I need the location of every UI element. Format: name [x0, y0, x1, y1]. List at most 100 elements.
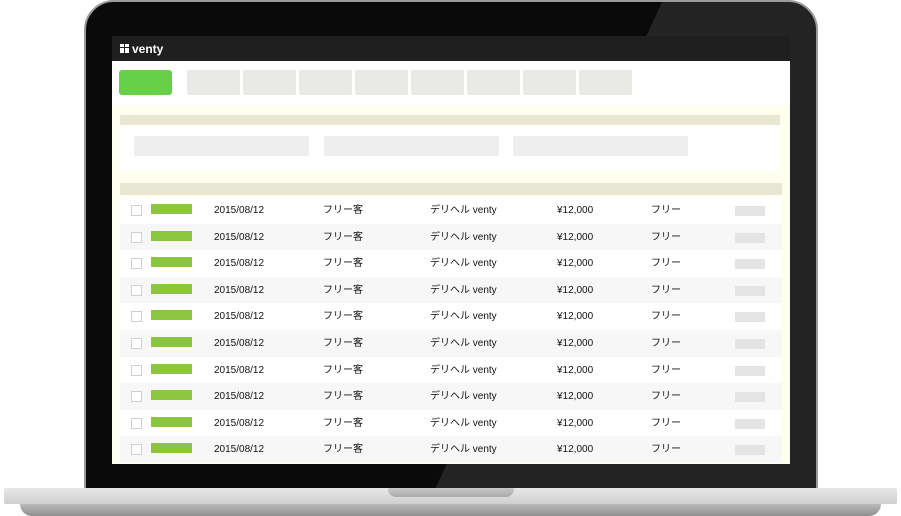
- row-customer: フリー客: [323, 337, 363, 349]
- row-customer: フリー客: [323, 444, 363, 456]
- row-checkbox[interactable]: [131, 364, 142, 376]
- row-price: ¥12,000: [557, 311, 594, 323]
- row-checkbox[interactable]: [131, 444, 142, 456]
- table-row[interactable]: 2015/08/12 フリー客 デリヘル venty ¥12,000 フリー: [120, 329, 782, 357]
- nav-tab-2[interactable]: [243, 70, 296, 95]
- row-type: フリー: [651, 284, 681, 296]
- row-customer: フリー客: [323, 391, 363, 403]
- table-row[interactable]: 2015/08/12 フリー客 デリヘル venty ¥12,000 フリー: [120, 303, 782, 330]
- row-date: 2015/08/12: [214, 311, 265, 323]
- row-date: 2015/08/12: [214, 417, 265, 429]
- filter-panel: [120, 125, 780, 171]
- status-tag: [151, 257, 192, 268]
- table-header: [120, 183, 782, 195]
- row-checkbox[interactable]: [131, 231, 142, 243]
- status-tag: [151, 336, 192, 347]
- row-date: 2015/08/12: [214, 391, 265, 403]
- nav-tab-6[interactable]: [467, 70, 520, 95]
- row-date: 2015/08/12: [214, 337, 265, 349]
- table-row[interactable]: 2015/08/12 フリー客 デリヘル venty ¥12,000 フリー: [120, 276, 782, 304]
- nav-tab-3[interactable]: [299, 70, 352, 95]
- row-action-button[interactable]: [735, 285, 765, 296]
- table-row[interactable]: 2015/08/12 フリー客 デリヘル venty ¥12,000 フリー: [120, 250, 782, 277]
- row-customer: フリー客: [323, 231, 363, 243]
- row-date: 2015/08/12: [214, 231, 265, 243]
- table-row[interactable]: 2015/08/12 フリー客 デリヘル venty ¥12,000 フリー: [120, 383, 782, 410]
- row-action-button[interactable]: [735, 259, 765, 270]
- app-screen: venty 2015/08/12 フリー客 デリヘル venty ¥12,000…: [112, 36, 790, 464]
- row-price: ¥12,000: [557, 258, 594, 270]
- table-row[interactable]: 2015/08/12 フリー客 デリヘル venty ¥12,000 フリー: [120, 356, 782, 384]
- row-type: フリー: [651, 364, 681, 376]
- filter-field-1[interactable]: [134, 136, 309, 156]
- app-name: venty: [132, 41, 164, 56]
- primary-action-button[interactable]: [119, 70, 172, 95]
- row-type: フリー: [651, 417, 681, 429]
- filter-field-2[interactable]: [324, 136, 499, 156]
- row-action-button[interactable]: [735, 206, 765, 216]
- row-checkbox[interactable]: [131, 284, 142, 296]
- filter-panel-header: [120, 115, 780, 125]
- row-action-button[interactable]: [735, 365, 765, 376]
- row-type: フリー: [651, 391, 681, 403]
- nav-tab-8[interactable]: [579, 70, 632, 95]
- row-checkbox[interactable]: [131, 311, 142, 323]
- row-type: フリー: [651, 258, 681, 270]
- row-customer: フリー客: [323, 364, 363, 376]
- status-tag: [151, 310, 192, 321]
- row-shop: デリヘル venty: [430, 444, 497, 456]
- status-tag: [151, 416, 192, 427]
- nav-tab-4[interactable]: [355, 70, 408, 95]
- row-shop: デリヘル venty: [430, 205, 497, 216]
- row-type: フリー: [651, 231, 681, 243]
- table-row[interactable]: 2015/08/12 フリー客 デリヘル venty ¥12,000 フリー: [120, 223, 782, 251]
- nav-tab-5[interactable]: [411, 70, 464, 95]
- status-tag: [151, 443, 192, 454]
- app-logo[interactable]: venty: [120, 42, 163, 56]
- grid-logo-icon: [120, 44, 129, 53]
- row-action-button[interactable]: [735, 232, 765, 243]
- table-body: 2015/08/12 フリー客 デリヘル venty ¥12,000 フリー 2…: [120, 197, 782, 463]
- row-shop: デリヘル venty: [430, 364, 497, 376]
- row-action-button[interactable]: [735, 312, 765, 323]
- status-tag: [151, 204, 192, 214]
- row-shop: デリヘル venty: [430, 337, 497, 349]
- row-checkbox[interactable]: [131, 391, 142, 403]
- row-shop: デリヘル venty: [430, 284, 497, 296]
- row-action-button[interactable]: [735, 418, 765, 429]
- status-tag: [151, 230, 192, 241]
- top-bar: venty: [112, 36, 790, 61]
- row-action-button[interactable]: [735, 338, 765, 349]
- row-shop: デリヘル venty: [430, 311, 497, 323]
- row-price: ¥12,000: [557, 205, 594, 216]
- row-customer: フリー客: [323, 284, 363, 296]
- row-checkbox[interactable]: [131, 417, 142, 429]
- row-date: 2015/08/12: [214, 364, 265, 376]
- row-action-button[interactable]: [735, 392, 765, 403]
- status-tag: [151, 283, 192, 294]
- table-row[interactable]: 2015/08/12 フリー客 デリヘル venty ¥12,000 フリー: [120, 409, 782, 437]
- row-checkbox[interactable]: [131, 337, 142, 349]
- nav-tab-1[interactable]: [187, 70, 240, 95]
- row-action-button[interactable]: [735, 445, 765, 456]
- row-shop: デリヘル venty: [430, 417, 497, 429]
- laptop-base: [0, 488, 901, 516]
- status-tag: [151, 390, 192, 401]
- laptop-notch: [388, 488, 514, 497]
- row-customer: フリー客: [323, 417, 363, 429]
- table-row[interactable]: 2015/08/12 フリー客 デリヘル venty ¥12,000 フリー: [120, 197, 782, 224]
- table-row[interactable]: 2015/08/12 フリー客 デリヘル venty ¥12,000 フリー: [120, 436, 782, 463]
- status-tag: [151, 363, 192, 374]
- row-customer: フリー客: [323, 311, 363, 323]
- row-price: ¥12,000: [557, 284, 594, 296]
- row-price: ¥12,000: [557, 231, 594, 243]
- row-checkbox[interactable]: [131, 258, 142, 270]
- nav-tab-7[interactable]: [523, 70, 576, 95]
- laptop-base-bottom: [20, 504, 881, 516]
- row-price: ¥12,000: [557, 444, 594, 456]
- row-type: フリー: [651, 444, 681, 456]
- row-checkbox[interactable]: [131, 205, 142, 216]
- toolbar: [112, 61, 790, 105]
- row-type: フリー: [651, 205, 681, 216]
- filter-field-3[interactable]: [513, 136, 688, 156]
